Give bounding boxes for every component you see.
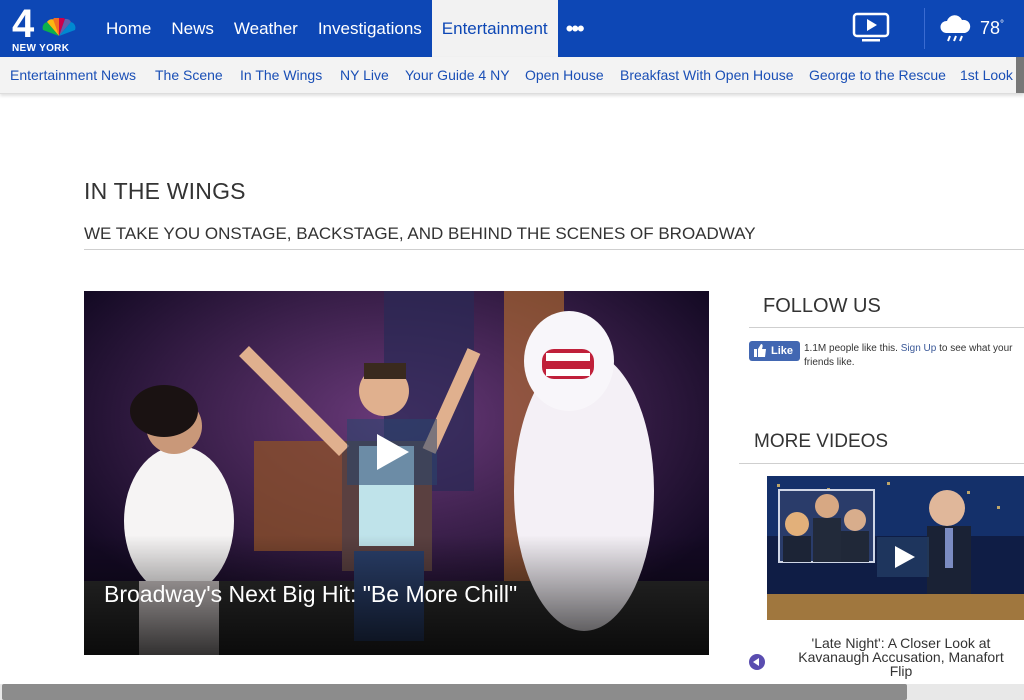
hero-video-title[interactable]: Broadway's Next Big Hit: "Be More Chill" [104, 581, 517, 608]
more-menu-icon[interactable]: ••• [558, 0, 591, 57]
like-rest-text: to see what your [936, 343, 1013, 354]
more-videos-divider [739, 463, 1024, 464]
header-divider [924, 8, 925, 49]
rain-cloud-icon[interactable] [938, 13, 972, 47]
temperature-readout[interactable]: 78° [980, 18, 1004, 39]
facebook-like-button[interactable]: Like [749, 341, 800, 361]
nav-weather[interactable]: Weather [224, 0, 308, 57]
subnav-your-guide-4-ny[interactable]: Your Guide 4 NY [405, 67, 510, 83]
logo-city: NEW YORK [12, 43, 70, 54]
tv-play-icon[interactable] [852, 12, 890, 44]
nav-news[interactable]: News [161, 0, 224, 57]
video-thumbnail[interactable] [767, 476, 1024, 620]
carousel-prev-arrow-icon[interactable] [749, 654, 765, 670]
subnav-the-scene[interactable]: The Scene [155, 67, 223, 83]
page-title: IN THE WINGS [84, 178, 246, 204]
horizontal-scrollbar [0, 684, 1024, 700]
temperature-value: 78 [980, 18, 1001, 38]
subnav-open-house[interactable]: Open House [525, 67, 604, 83]
subnav-breakfast-with-open-house[interactable]: Breakfast With Open House [620, 67, 794, 83]
follow-us-divider [749, 327, 1024, 328]
follow-us-heading: FOLLOW US [763, 295, 881, 317]
section-divider [84, 249, 1024, 250]
nav-home[interactable]: Home [96, 0, 161, 57]
like-count-text: 1.1M people like this. [804, 343, 898, 354]
top-nav-bar: 4 NEW YORK Home News Weather Investigati… [0, 0, 1024, 57]
hero-play-button[interactable] [347, 419, 437, 485]
subnav-1st-look[interactable]: 1st Look [960, 67, 1013, 83]
play-icon [377, 434, 409, 470]
hero-video-player[interactable]: Broadway's Next Big Hit: "Be More Chill" [84, 291, 709, 655]
page-subtitle: WE TAKE YOU ONSTAGE, BACKSTAGE, AND BEHI… [84, 224, 756, 243]
thumbnail-play-button[interactable] [877, 537, 929, 577]
like-label: Like [771, 345, 794, 357]
nav-investigations[interactable]: Investigations [308, 0, 432, 57]
like-second-line: friends like. [804, 357, 855, 368]
nav-entertainment[interactable]: Entertainment [431, 0, 558, 57]
facebook-signup-link[interactable]: Sign Up [901, 343, 937, 354]
main-nav: Home News Weather Investigations Enterta… [96, 0, 591, 57]
subnav-george-to-the-rescue[interactable]: George to the Rescue [809, 67, 946, 83]
play-icon [895, 546, 915, 568]
subnav-in-the-wings[interactable]: In The Wings [240, 67, 322, 83]
vertical-scrollbar[interactable] [1016, 57, 1024, 93]
thumbs-up-icon [754, 344, 766, 357]
more-videos-heading: MORE VIDEOS [754, 431, 889, 452]
horizontal-scrollbar-thumb[interactable] [2, 684, 907, 700]
video-caption[interactable]: 'Late Night': A Closer Look at Kavanaugh… [790, 636, 1012, 678]
subnav-entertainment-news[interactable]: Entertainment News [10, 67, 136, 83]
facebook-like-text: 1.1M people like this. Sign Up to see wh… [804, 342, 1024, 370]
sub-nav-bar: Entertainment News The Scene In The Wing… [0, 57, 1024, 94]
nbc-new-york-logo[interactable]: 4 NEW YORK [10, 2, 80, 54]
logo-number: 4 [12, 2, 35, 46]
subnav-ny-live[interactable]: NY Live [340, 67, 389, 83]
temperature-unit: ° [1000, 19, 1005, 30]
peacock-icon [42, 18, 76, 36]
